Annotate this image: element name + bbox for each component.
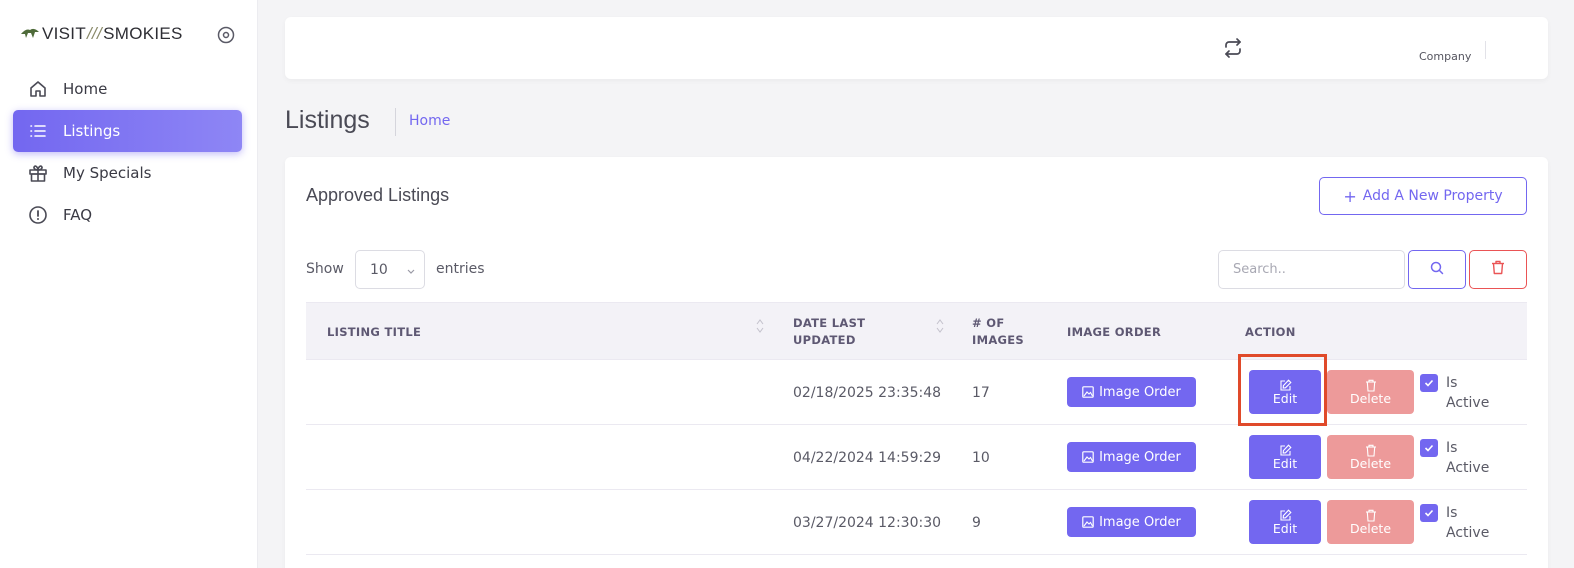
chevron-down-icon [406,264,416,274]
is-active-checkbox[interactable] [1420,374,1438,392]
table-row: 02/18/2025 23:35:48 17 Image Order Edit … [306,360,1527,425]
edit-icon [1279,378,1292,391]
trash-icon [1365,509,1376,522]
list-icon [27,120,49,142]
trash-icon [1365,444,1376,457]
listings-card: Approved Listings + Add A New Property S… [285,157,1548,568]
header-divider [395,108,396,136]
edit-button[interactable]: Edit [1249,500,1321,544]
entries-label: entries [436,261,485,277]
mountain-logo-icon [20,25,40,44]
date-updated-cell: 04/22/2024 14:59:29 [793,449,942,466]
page-title: Listings [285,106,370,134]
brand-name-left: VISIT [42,24,87,43]
trash-icon [1365,379,1376,392]
image-order-button[interactable]: Image Order [1067,377,1196,407]
num-images-cell: 17 [972,384,990,401]
search-icon [1430,260,1444,279]
edit-button[interactable]: Edit [1249,435,1321,479]
image-icon [1082,516,1094,528]
is-active-checkbox[interactable] [1420,504,1438,522]
brand-logo[interactable]: VISIT /// SMOKIES [20,22,183,46]
card-title: Approved Listings [306,185,450,205]
show-label: Show [306,261,344,277]
image-icon [1082,386,1094,398]
plus-icon: + [1343,186,1357,206]
sidebar-item-faq[interactable]: FAQ [13,194,242,236]
add-property-button[interactable]: + Add A New Property [1319,177,1527,215]
image-order-button[interactable]: Image Order [1067,442,1196,472]
brand-name-right: SMOKIES [103,24,183,43]
date-updated-cell: 03/27/2024 12:30:30 [793,514,942,531]
search-button[interactable] [1408,250,1466,289]
checkmark-icon [1424,444,1434,452]
header-action: ACTION [1245,324,1296,339]
brand-slash: /// [87,24,103,43]
is-active-label: Is Active [1446,375,1490,411]
is-active-label: Is Active [1446,505,1490,541]
add-property-label: Add A New Property [1362,188,1503,204]
delete-button[interactable]: Delete [1327,370,1414,414]
date-updated-cell: 02/18/2025 23:35:48 [793,384,942,401]
swap-icon[interactable] [1222,37,1244,59]
checkmark-icon [1424,509,1434,517]
header-date-updated[interactable]: DATE LAST UPDATED [793,303,865,361]
gift-icon [27,162,49,184]
header-listing-title[interactable]: LISTING TITLE [327,303,421,361]
delete-button[interactable]: Delete [1327,435,1414,479]
company-label[interactable]: Company [1419,50,1471,63]
entries-select[interactable]: 10 [355,250,425,289]
sidebar-item-listings[interactable]: Listings [13,110,242,152]
info-icon [27,204,49,226]
table-row: 03/27/2024 12:30:30 9 Image Order Edit D… [306,490,1527,555]
num-images-cell: 10 [972,449,990,466]
breadcrumb-home-link[interactable]: Home [409,113,450,129]
sidebar-toggle-icon[interactable] [217,26,235,44]
sidebar-item-home[interactable]: Home [13,68,242,110]
is-active-checkbox[interactable] [1420,439,1438,457]
sidebar-item-my-specials[interactable]: My Specials [13,152,242,194]
sidebar-nav: Home Listings My Specials FAQ [13,68,242,236]
sort-icon[interactable] [936,317,944,335]
delete-button[interactable]: Delete [1327,500,1414,544]
topbar-divider [1485,41,1486,59]
listings-table: LISTING TITLE DATE LAST UPDATED # OF IMAGE… [306,302,1527,555]
is-active-label: Is Active [1446,440,1490,476]
clear-search-button[interactable] [1469,250,1527,289]
num-images-cell: 9 [972,514,981,531]
header-image-order: IMAGE ORDER [1067,324,1162,339]
top-navbar: Company [285,17,1548,79]
sort-icon[interactable] [756,317,764,335]
search-input[interactable] [1218,250,1405,289]
sidebar-item-label: My Specials [63,164,152,182]
entries-value: 10 [370,261,388,278]
checkmark-icon [1424,379,1434,387]
edit-button[interactable]: Edit [1249,370,1321,414]
header-num-images: # OF IMAGES [972,316,1025,347]
sidebar: VISIT /// SMOKIES Home Listings My Speci… [0,0,258,568]
image-icon [1082,451,1094,463]
sidebar-item-label: Home [63,80,108,98]
image-order-button[interactable]: Image Order [1067,507,1196,537]
edit-icon [1279,508,1292,521]
table-header: LISTING TITLE DATE LAST UPDATED # OF IMAGE… [306,302,1527,360]
table-row: 04/22/2024 14:59:29 10 Image Order Edit … [306,425,1527,490]
home-icon [27,78,49,100]
trash-icon [1491,260,1505,279]
sidebar-item-label: FAQ [63,206,93,224]
sidebar-item-label: Listings [63,122,121,140]
edit-icon [1279,443,1292,456]
